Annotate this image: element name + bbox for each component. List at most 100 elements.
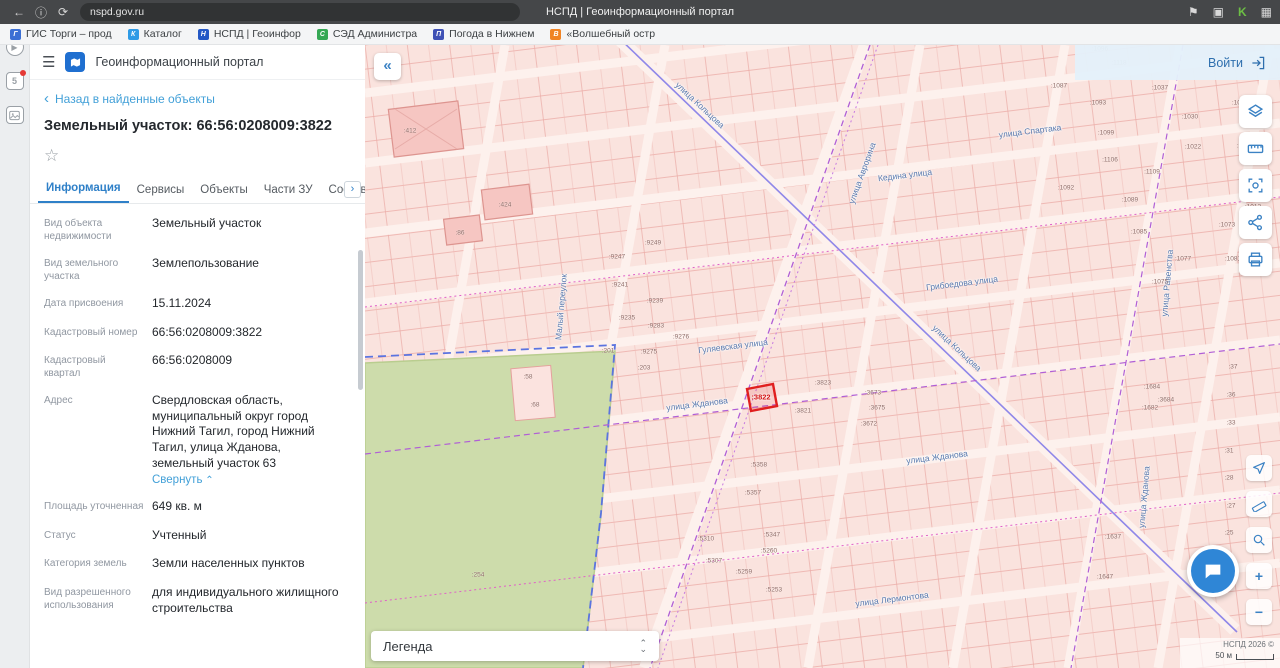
map-controls: + − bbox=[1246, 455, 1272, 625]
info-row: Кадастровый квартал 66:56:0208009 bbox=[44, 353, 345, 380]
field-label: Вид объекта недвижимости bbox=[44, 216, 144, 243]
zoom-in-button[interactable]: + bbox=[1246, 563, 1272, 589]
antivirus-icon[interactable]: K bbox=[1238, 5, 1247, 19]
app-header: ☰ Геоинформационный портал bbox=[30, 45, 365, 80]
info-row: Вид объекта недвижимости Земельный участ… bbox=[44, 216, 345, 243]
back-nav-icon[interactable]: ← bbox=[8, 5, 30, 19]
tab[interactable]: Сервисы bbox=[129, 178, 193, 203]
bookmark-icon[interactable]: ⚑ bbox=[1188, 5, 1199, 19]
collapse-link[interactable]: Свернуть bbox=[152, 474, 214, 486]
bookmark-item[interactable]: П Погода в Нижнем bbox=[433, 28, 534, 40]
share-button[interactable] bbox=[1239, 206, 1272, 239]
info-row: Дата присвоения 15.11.2024 bbox=[44, 296, 345, 312]
legend-label: Легенда bbox=[383, 639, 432, 654]
scale-bar: 50 м bbox=[1186, 651, 1274, 660]
search-button[interactable] bbox=[1246, 527, 1272, 553]
ruler-button[interactable] bbox=[1239, 132, 1272, 165]
tabs-more-button[interactable]: › bbox=[344, 181, 361, 198]
bookmark-item[interactable]: В «Волшебный остр bbox=[550, 28, 655, 40]
tab[interactable]: Информация bbox=[38, 176, 129, 203]
field-value: 66:56:0208009:3822 bbox=[152, 325, 345, 341]
highlighted-parcel[interactable] bbox=[747, 384, 777, 411]
menu-grid-icon[interactable]: ▦ bbox=[1261, 5, 1272, 19]
bookmark-favicon: П bbox=[433, 29, 444, 40]
info-rows: Вид объекта недвижимости Земельный участ… bbox=[30, 204, 365, 624]
url-text: nspd.gov.ru bbox=[90, 6, 144, 18]
app-title: Геоинформационный портал bbox=[95, 55, 263, 69]
login-exit-icon[interactable] bbox=[1250, 55, 1266, 71]
back-link-label: Назад в найденные объекты bbox=[55, 92, 215, 106]
map-toolbar bbox=[1239, 95, 1272, 276]
info-row: Площадь уточненная 649 кв. м bbox=[44, 499, 345, 515]
field-label: Кадастровый номер bbox=[44, 325, 144, 339]
notification-dot bbox=[20, 70, 26, 76]
search-area-button[interactable] bbox=[1239, 169, 1272, 202]
info-row: Вид земельного участка Землепользование bbox=[44, 256, 345, 283]
tab-bar: Информация Сервисы Объекты Части ЗУ Сост… bbox=[30, 168, 365, 204]
bookmark-label: СЭД Администра bbox=[333, 28, 417, 40]
field-label: Вид земельного участка bbox=[44, 256, 144, 283]
bookmark-favicon: Н bbox=[198, 29, 209, 40]
chat-icon bbox=[1191, 549, 1235, 593]
field-label: Площадь уточненная bbox=[44, 499, 144, 513]
legend-expand-icon[interactable]: ⌃⌄ bbox=[639, 640, 647, 652]
bookmark-item[interactable]: Г ГИС Торги – прод bbox=[10, 28, 112, 40]
field-value: Земли населенных пунктов bbox=[152, 556, 345, 572]
info-row: Вид разрешенного использования для индив… bbox=[44, 585, 345, 616]
bookmark-item[interactable]: С СЭД Администра bbox=[317, 28, 417, 40]
scale-label: 50 м bbox=[1215, 651, 1232, 660]
field-label: Статус bbox=[44, 528, 144, 542]
reload-icon[interactable]: ⟳ bbox=[52, 5, 74, 19]
browser-topbar: ← ⓘ ⟳ nspd.gov.ru НСПД | Геоинформационн… bbox=[0, 0, 1280, 24]
collapse-panel-button[interactable]: « bbox=[374, 53, 401, 80]
field-label: Вид разрешенного использования bbox=[44, 585, 144, 612]
bookmark-label: Каталог bbox=[144, 28, 182, 40]
zoom-out-button[interactable]: − bbox=[1246, 599, 1272, 625]
chat-button[interactable] bbox=[1187, 545, 1239, 597]
back-link[interactable]: ‹ Назад в найденные объекты bbox=[44, 92, 215, 106]
bookmark-favicon: В bbox=[550, 29, 561, 40]
field-value: 15.11.2024 bbox=[152, 296, 345, 312]
map-attribution-box: НСПД 2026 © 50 м bbox=[1180, 638, 1280, 668]
hamburger-menu-icon[interactable]: ☰ bbox=[42, 53, 55, 71]
login-button[interactable]: Войти bbox=[1208, 56, 1243, 70]
bookmark-favicon: К bbox=[128, 29, 139, 40]
object-info-panel: ☰ Геоинформационный портал ‹ Назад в най… bbox=[30, 45, 365, 668]
field-value: Свердловская область, муниципальный окру… bbox=[152, 393, 345, 471]
park-layer bbox=[365, 351, 615, 668]
layers-button[interactable] bbox=[1239, 95, 1272, 128]
browser-side-strip: ▶ 5 bbox=[0, 24, 30, 668]
map-canvas[interactable] bbox=[365, 45, 1280, 668]
gallery-icon[interactable] bbox=[6, 106, 24, 124]
app-logo[interactable] bbox=[65, 52, 85, 72]
favorite-star-icon[interactable]: ☆ bbox=[44, 146, 59, 165]
legend-bar[interactable]: Легенда ⌃⌄ bbox=[371, 631, 659, 661]
bookmark-label: «Волшебный остр bbox=[566, 28, 655, 40]
print-button[interactable] bbox=[1239, 243, 1272, 276]
field-label: Дата присвоения bbox=[44, 296, 144, 310]
locate-button[interactable] bbox=[1246, 455, 1272, 481]
field-label: Категория земель bbox=[44, 556, 144, 570]
page-title: Земельный участок: 66:56:0208009:3822 bbox=[30, 110, 365, 134]
attribution-text: НСПД 2026 © bbox=[1186, 640, 1274, 649]
info-row: Статус Учтенный bbox=[44, 528, 345, 544]
panel-icon[interactable]: ▣ bbox=[1213, 5, 1224, 19]
field-value: Землепользование bbox=[152, 256, 345, 272]
tab[interactable]: Объекты bbox=[192, 178, 255, 203]
site-info-icon[interactable]: ⓘ bbox=[30, 4, 52, 21]
screen: ← ⓘ ⟳ nspd.gov.ru НСПД | Геоинформационн… bbox=[0, 0, 1280, 668]
bookmark-label: НСПД | Геоинфор bbox=[214, 28, 301, 40]
tab[interactable]: Части ЗУ bbox=[256, 178, 321, 203]
url-bar[interactable]: nspd.gov.ru bbox=[80, 3, 520, 21]
bookmark-item[interactable]: К Каталог bbox=[128, 28, 182, 40]
field-value: 66:56:0208009 bbox=[152, 353, 345, 369]
field-value: Учтенный bbox=[152, 528, 345, 544]
measure-button[interactable] bbox=[1246, 491, 1272, 517]
bookmark-favicon: С bbox=[317, 29, 328, 40]
bookmark-favicon: Г bbox=[10, 29, 21, 40]
bookmark-item[interactable]: Н НСПД | Геоинфор bbox=[198, 28, 301, 40]
notifications-icon[interactable]: 5 bbox=[6, 72, 24, 90]
map-top-strip: Войти bbox=[1075, 45, 1280, 80]
panel-scrollbar[interactable] bbox=[358, 250, 363, 390]
bookmark-label: Погода в Нижнем bbox=[449, 28, 534, 40]
